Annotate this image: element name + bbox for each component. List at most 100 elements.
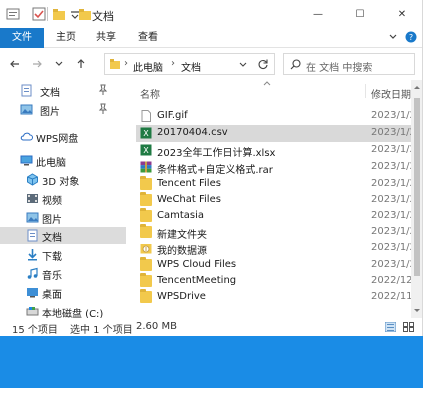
file-name: TencentMeeting [157,275,237,286]
sidebar-item-quick-pictures[interactable]: 图片 [0,101,126,118]
recent-locations-button[interactable] [52,57,66,71]
excel-file-icon: X [140,127,152,139]
sidebar-item-label: 桌面 [42,290,62,301]
back-arrow-icon [10,60,19,68]
file-name: Tencent Files [157,178,221,189]
sidebar-item-label: 文档 [42,233,62,244]
sidebar-item-label: 下载 [42,252,62,263]
back-button[interactable] [8,57,22,71]
navigation-pane: 文档 图片 WPS网盘 此电脑 3D 对象 视频 图片 文档 下载 音乐 桌面 … [0,80,126,320]
file-name: WPSDrive [157,291,206,302]
breadcrumb-this-pc[interactable]: 此电脑 [133,59,163,74]
sidebar-item-pictures[interactable]: 图片 [0,209,126,226]
sidebar-item-desktop[interactable]: 桌面 [0,284,126,301]
maximize-button[interactable]: ☐ [339,0,381,28]
tab-home[interactable]: 主页 [48,28,84,48]
tab-file[interactable]: 文件 [0,28,44,48]
search-input[interactable]: 在 文档 中搜索 [306,59,372,74]
column-header-modified[interactable]: 修改日期 [371,86,411,101]
file-name: WPS Cloud Files [157,259,237,270]
sidebar-item-documents[interactable]: 文档 [0,227,126,244]
folder-icon [140,289,152,303]
breadcrumb[interactable]: › 此电脑 › 文档 [104,53,275,75]
file-row[interactable]: GIF.gif 2023/1/2 [136,108,422,125]
videos-icon [27,194,38,203]
item-count: 15 个项目 [12,325,58,336]
file-row[interactable]: X 2023全年工作日计算.xlsx 2023/1/2 [136,142,422,159]
sidebar-item-music[interactable]: 音乐 [0,265,126,282]
excel-file-icon: X [140,144,152,156]
file-date: 2023/1/2 [371,210,416,221]
forward-button[interactable] [30,57,44,71]
folder-icon [140,192,152,206]
music-icon [27,267,38,279]
file-row[interactable]: Camtasia 2023/1/2 [136,208,422,225]
file-name: 20170404.csv [157,127,228,138]
svg-text:X: X [143,146,149,155]
breadcrumb-documents[interactable]: 文档 [181,59,201,74]
quick-properties-icon[interactable] [6,7,20,21]
file-row[interactable]: 条件格式+自定义格式.rar 2023/1/2 [136,159,422,176]
vertical-scrollbar[interactable] [411,80,422,318]
search-icon [290,59,301,70]
sidebar-item-quick-documents[interactable]: 文档 [0,82,126,99]
file-name: 条件格式+自定义格式.rar [157,165,273,176]
window-title: 文档 [92,10,114,23]
up-button[interactable] [74,57,88,71]
details-view-icon[interactable] [385,322,396,332]
documents-icon [27,229,38,242]
file-row[interactable]: 新建文件夹 2023/1/2 [136,224,422,241]
tab-view[interactable]: 查看 [130,28,166,48]
file-date: 2023/1/2 [371,127,416,138]
file-row[interactable]: X 20170404.csv 2023/1/2 [136,125,422,142]
pin-icon[interactable] [98,103,108,115]
scrollbar-thumb[interactable] [414,98,420,276]
expand-ribbon-icon[interactable] [388,32,398,42]
file-date: 2023/1/2 [371,144,416,155]
desktop-background [0,336,423,400]
3d-objects-icon [27,173,38,186]
refresh-icon[interactable] [257,58,269,70]
quick-new-folder-icon[interactable] [52,7,66,21]
quick-checkmark-icon[interactable] [32,7,46,21]
minimize-button[interactable]: — [297,0,339,28]
file-row[interactable]: 我的数据源 2023/1/2 [136,240,422,257]
close-button[interactable]: ✕ [381,0,422,28]
desktop-icon [27,288,38,298]
svg-text:?: ? [409,33,413,42]
file-row[interactable]: Tencent Files 2023/1/2 [136,176,422,193]
chevron-down-icon [55,61,63,66]
scroll-down-icon[interactable] [413,308,421,314]
help-icon[interactable]: ? [405,31,417,43]
sidebar-item-wps-cloud[interactable]: WPS网盘 [0,128,126,145]
sidebar-item-videos[interactable]: 视频 [0,190,126,207]
file-name: 2023全年工作日计算.xlsx [157,148,276,159]
file-date: 2023/1/2 [371,242,416,253]
sidebar-item-3d-objects[interactable]: 3D 对象 [0,171,126,188]
sidebar-item-this-pc[interactable]: 此电脑 [0,152,126,169]
file-row[interactable]: TencentMeeting 2022/12/ [136,273,422,290]
scroll-up-icon[interactable] [413,84,421,90]
sidebar-item-downloads[interactable]: 下载 [0,246,126,263]
file-row[interactable]: WPS Cloud Files 2023/1/2 [136,257,422,274]
large-icons-view-icon[interactable] [403,322,414,332]
file-name: Camtasia [157,210,205,221]
column-divider[interactable] [365,84,366,98]
column-header-name[interactable]: 名称 [140,86,160,101]
file-row[interactable]: WeChat Files 2023/1/2 [136,192,422,209]
address-dropdown-icon[interactable] [239,61,247,69]
file-name: 新建文件夹 [157,230,207,241]
pin-icon[interactable] [98,84,108,96]
file-date: 2023/1/2 [371,194,416,205]
ribbon-tabs: 文件 主页 共享 查看 ? [0,28,422,48]
tab-share[interactable]: 共享 [88,28,124,48]
folder-title-icon [79,9,91,20]
selection-count: 选中 1 个项目 [70,325,133,336]
file-name: WeChat Files [157,194,221,205]
sidebar-item-label: 音乐 [42,271,62,282]
folder-icon [140,257,152,271]
breadcrumb-sep-icon: › [124,58,128,69]
file-row[interactable]: WPSDrive 2022/11/ [136,289,422,306]
search-box[interactable]: 在 文档 中搜索 [283,53,415,75]
folder-icon [140,176,152,190]
